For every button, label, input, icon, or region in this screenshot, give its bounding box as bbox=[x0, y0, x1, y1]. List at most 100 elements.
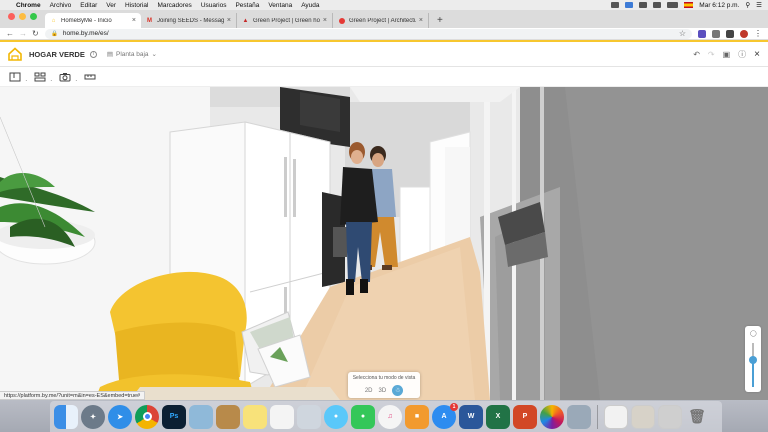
photos-icon[interactable] bbox=[540, 404, 564, 429]
clock[interactable]: Mar 6:12 p.m. bbox=[699, 2, 739, 9]
chevron-down-icon: ⌄ bbox=[151, 51, 157, 58]
back-icon[interactable]: ← bbox=[6, 29, 14, 38]
image-thumbnail-icon[interactable] bbox=[631, 404, 655, 429]
image-capture-icon[interactable] bbox=[567, 404, 591, 429]
floor-selector[interactable]: ▤ Planta baja ⌄ bbox=[106, 50, 157, 59]
save-icon[interactable]: ▣ bbox=[723, 50, 731, 59]
new-tab-button[interactable]: + bbox=[429, 15, 451, 28]
menu-marcadores[interactable]: Marcadores bbox=[157, 2, 191, 9]
camera-tool-icon[interactable]: . bbox=[58, 72, 77, 83]
battery-icon[interactable] bbox=[667, 2, 679, 8]
wifi-icon[interactable] bbox=[653, 2, 662, 8]
extension-icon[interactable] bbox=[726, 29, 734, 38]
info-icon[interactable]: i bbox=[89, 50, 97, 58]
tab-green-home[interactable]: ▲ Green Project | Green home × bbox=[237, 13, 333, 28]
notes-icon[interactable] bbox=[243, 404, 267, 429]
redo-icon[interactable]: ↷ bbox=[708, 50, 715, 59]
undo-icon[interactable]: ↶ bbox=[693, 50, 700, 59]
zoom-handle[interactable] bbox=[749, 356, 757, 364]
screen-record-icon[interactable] bbox=[611, 2, 620, 8]
preview-icon[interactable] bbox=[189, 404, 213, 429]
menu-editar[interactable]: Editar bbox=[80, 2, 97, 9]
measure-tool-icon[interactable] bbox=[83, 72, 97, 82]
bookmark-star-icon[interactable]: ☆ bbox=[679, 29, 686, 38]
lock-icon[interactable]: 🔒 bbox=[51, 31, 58, 37]
image-thumbnail-icon[interactable] bbox=[658, 404, 682, 429]
project-name[interactable]: HOGAR VERDE bbox=[29, 50, 85, 59]
3d-scene[interactable] bbox=[0, 87, 768, 400]
green-project-icon: ▲ bbox=[242, 17, 249, 24]
menu-ayuda[interactable]: Ayuda bbox=[301, 2, 319, 9]
zoom-window-button[interactable] bbox=[30, 13, 37, 20]
close-tab-icon[interactable]: × bbox=[227, 17, 231, 24]
input-source-flag-icon[interactable] bbox=[684, 2, 694, 8]
trash-icon[interactable]: 🗑 bbox=[685, 405, 709, 429]
furniture-tool-icon[interactable]: . bbox=[33, 72, 52, 83]
floor-icon: ▤ bbox=[106, 51, 113, 58]
tab-title: Joining SEEDS - Message from bbox=[157, 17, 224, 24]
spotlight-icon[interactable]: ⚲ bbox=[745, 1, 750, 9]
close-tab-icon[interactable]: × bbox=[419, 17, 423, 24]
menu-archivo[interactable]: Archivo bbox=[50, 2, 72, 9]
menu-pestana[interactable]: Pestaña bbox=[235, 2, 259, 9]
menu-chrome[interactable]: Chrome bbox=[16, 2, 41, 9]
safari-icon[interactable]: ➤ bbox=[108, 404, 132, 429]
close-tab-icon[interactable]: × bbox=[132, 17, 136, 24]
excel-icon[interactable]: X bbox=[486, 404, 510, 429]
messages-icon[interactable]: ● bbox=[324, 404, 348, 429]
reload-icon[interactable]: ↻ bbox=[32, 29, 39, 38]
close-icon[interactable]: × bbox=[754, 49, 760, 60]
textedit-icon[interactable] bbox=[270, 404, 294, 429]
tab-gmail[interactable]: M Joining SEEDS - Message from × bbox=[141, 13, 237, 28]
forward-icon[interactable]: → bbox=[19, 29, 27, 38]
gmail-icon: M bbox=[147, 17, 152, 24]
view-3d-button[interactable]: 3D bbox=[379, 388, 387, 394]
view-2d-button[interactable]: 2D bbox=[365, 388, 373, 394]
chrome-menu-icon[interactable]: ⋮ bbox=[754, 29, 762, 38]
address-bar[interactable]: 🔒 home.by.me/es/ ☆ bbox=[45, 28, 692, 39]
finder-icon[interactable] bbox=[54, 404, 78, 429]
homebyme-icon: ⌂ bbox=[51, 17, 56, 24]
menu-ver[interactable]: Ver bbox=[106, 2, 116, 9]
app-store-icon[interactable]: A1 bbox=[432, 402, 458, 429]
tab-homebyme[interactable]: ⌂ HomeByMe - Inicio × bbox=[45, 13, 141, 28]
launchpad-icon[interactable]: ✦ bbox=[81, 404, 105, 429]
photoshop-icon[interactable]: Ps bbox=[162, 404, 186, 429]
dropbox-icon[interactable] bbox=[625, 2, 634, 8]
browser-toolbar: ← → ↻ 🔒 home.by.me/es/ ☆ ⋮ bbox=[0, 28, 768, 40]
menu-historial[interactable]: Historial bbox=[125, 2, 148, 9]
macos-menu-bar: Chrome Archivo Editar Ver Historial Marc… bbox=[0, 0, 768, 10]
3d-viewport[interactable] bbox=[0, 87, 768, 400]
itunes-icon[interactable]: ♫ bbox=[378, 404, 402, 429]
facetime-icon[interactable]: ● bbox=[351, 404, 375, 429]
macos-dock: ✦ ➤ Ps ● ● ♫ ■ A1 W X P 🗑 bbox=[50, 401, 722, 432]
photo-booth-icon[interactable] bbox=[297, 404, 321, 429]
close-tab-icon[interactable]: × bbox=[323, 17, 327, 24]
status-url-tooltip: https://platform.by.me/?unit=m&in=es-ES&… bbox=[0, 391, 146, 400]
notebook-icon[interactable] bbox=[216, 404, 240, 429]
menu-ventana[interactable]: Ventana bbox=[268, 2, 292, 9]
url-text[interactable]: home.by.me/es/ bbox=[63, 30, 109, 37]
browser-tab-bar: ⌂ HomeByMe - Inicio × M Joining SEEDS - … bbox=[0, 10, 768, 28]
minimize-window-button[interactable] bbox=[19, 13, 26, 20]
red-circle-icon bbox=[338, 17, 345, 24]
help-icon[interactable]: ⓘ bbox=[738, 49, 746, 60]
notification-center-icon[interactable]: ☰ bbox=[756, 1, 762, 9]
document-thumbnail-icon[interactable] bbox=[604, 404, 628, 429]
powerpoint-icon[interactable]: P bbox=[513, 404, 537, 429]
homebyme-logo-icon[interactable] bbox=[8, 47, 22, 61]
extension-icon[interactable] bbox=[698, 29, 706, 38]
close-window-button[interactable] bbox=[8, 13, 15, 20]
app-header: HOGAR VERDE i ▤ Planta baja ⌄ ↶ ↷ ▣ ⓘ × bbox=[0, 42, 768, 67]
zoom-slider[interactable]: ◯ bbox=[745, 326, 761, 392]
extension-puzzle-icon[interactable] bbox=[712, 29, 720, 38]
word-icon[interactable]: W bbox=[459, 404, 483, 429]
tab-architecture[interactable]: Green Project | Architecture in × bbox=[333, 13, 429, 28]
walk-mode-icon[interactable]: ☃ bbox=[392, 385, 404, 396]
airplay-icon[interactable] bbox=[639, 2, 648, 8]
ibooks-icon[interactable]: ■ bbox=[405, 404, 429, 429]
floorplan-tool-icon[interactable]: . bbox=[8, 72, 27, 83]
profile-avatar[interactable] bbox=[740, 29, 748, 38]
menu-usuarios[interactable]: Usuarios bbox=[201, 2, 227, 9]
chrome-icon[interactable] bbox=[135, 404, 159, 429]
